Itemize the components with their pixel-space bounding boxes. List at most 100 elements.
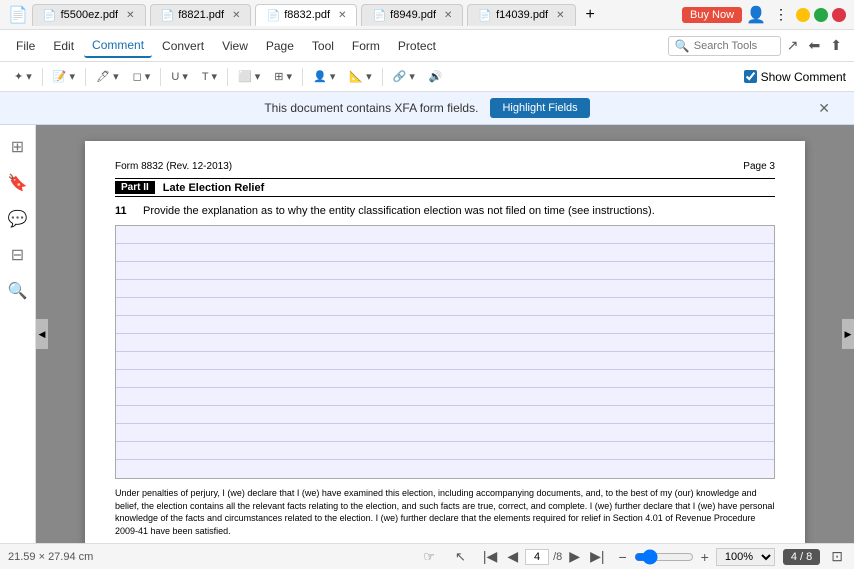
toolbar: ✦ ▾ 📝 ▾ 🖊 ▾ ◻ ▾ U ▾ T ▾ ⬜ ▾ ⊞ ▾ 👤 ▾ 📐 ▾ … — [0, 62, 854, 92]
select-tool-btn[interactable]: ✦ ▾ — [8, 68, 38, 85]
sidebar-search-icon[interactable]: 🔍 — [4, 277, 32, 305]
menu-edit[interactable]: Edit — [45, 35, 82, 57]
pdf-page: Form 8832 (Rev. 12-2013) Page 3 Part II … — [85, 141, 805, 543]
tab-label: f8949.pdf — [390, 9, 436, 21]
tab-close-btn[interactable]: ✕ — [338, 10, 346, 21]
content-area[interactable]: Form 8832 (Rev. 12-2013) Page 3 Part II … — [36, 125, 854, 543]
tab-label: f8821.pdf — [178, 9, 224, 21]
form-line — [116, 370, 774, 388]
zoom-controls: − + 100% 75% 125% 150% 200% — [615, 548, 774, 566]
form-line — [116, 280, 774, 298]
next-page-btn[interactable]: ▶ — [566, 548, 583, 565]
buy-now-button[interactable]: Buy Now — [682, 7, 742, 23]
tab-icon: 📄 — [372, 9, 386, 22]
maximize-button[interactable] — [814, 8, 828, 22]
search-tools-input[interactable] — [694, 40, 774, 52]
underline-btn[interactable]: U ▾ — [165, 68, 194, 85]
tab-f8821[interactable]: 📄 f8821.pdf ✕ — [150, 4, 252, 26]
highlight-btn[interactable]: 🖊 ▾ — [90, 68, 125, 85]
text-btn[interactable]: T ▾ — [196, 68, 223, 85]
stamp-btn[interactable]: ⬜ ▾ — [232, 68, 266, 85]
menu-convert[interactable]: Convert — [154, 35, 212, 57]
zoom-out-btn[interactable]: − — [615, 549, 629, 565]
tab-f5500ez[interactable]: 📄 f5500ez.pdf ✕ — [32, 4, 146, 26]
notification-close-icon[interactable]: ✕ — [818, 100, 830, 117]
callout-btn[interactable]: 👤 ▾ — [307, 68, 341, 85]
sidebar-thumbnails-icon[interactable]: ⊟ — [7, 241, 28, 269]
sidebar-comments-icon[interactable]: 💬 — [4, 205, 32, 233]
measure-btn[interactable]: 📐 ▾ — [343, 68, 377, 85]
tab-f8832[interactable]: 📄 f8832.pdf ✕ — [255, 4, 357, 26]
close-button[interactable] — [832, 8, 846, 22]
pdf-header: Form 8832 (Rev. 12-2013) Page 3 — [115, 161, 775, 172]
external-link-icon[interactable]: ↗ — [783, 37, 803, 54]
tab-close-btn[interactable]: ✕ — [556, 10, 564, 21]
main-layout: ⊞ 🔖 💬 ⊟ 🔍 ◀ Form 8832 (Rev. 12-2013) Pag… — [0, 125, 854, 543]
prev-page-btn[interactable]: ◀ — [504, 548, 521, 565]
right-collapse-btn[interactable]: ▶ — [842, 319, 854, 349]
forward-icon[interactable]: ⬆ — [826, 37, 846, 54]
show-comment-container: Show Comment — [744, 70, 846, 84]
menu-file[interactable]: File — [8, 35, 43, 57]
sidebar-pages-icon[interactable]: ⊞ — [7, 133, 28, 161]
first-page-btn[interactable]: |◀ — [480, 548, 500, 565]
form-line — [116, 406, 774, 424]
tab-close-btn[interactable]: ✕ — [126, 10, 134, 21]
field-11-row: 11 Provide the explanation as to why the… — [115, 205, 775, 217]
zoom-slider[interactable] — [634, 549, 694, 565]
user-icon[interactable]: 👤 — [746, 5, 766, 25]
part-label-badge: Part II — [115, 181, 155, 194]
menu-bar: File Edit Comment Convert View Page Tool… — [0, 30, 854, 62]
menu-tool[interactable]: Tool — [304, 35, 342, 57]
link-btn[interactable]: 🔗 ▾ — [387, 68, 421, 85]
page-separator: /8 — [553, 551, 562, 563]
part-title-text: Late Election Relief — [163, 182, 264, 194]
form-line — [116, 262, 774, 280]
form-line — [116, 388, 774, 406]
fit-page-btn[interactable]: ⊡ — [828, 548, 846, 565]
minimize-button[interactable] — [796, 8, 810, 22]
penalty-text: Under penalties of perjury, I (we) decla… — [115, 487, 775, 537]
menu-view[interactable]: View — [214, 35, 256, 57]
tab-label: f8832.pdf — [284, 9, 330, 21]
hand-tool-btn[interactable]: ☞ — [417, 547, 441, 567]
more-options-icon[interactable]: ⋮ — [770, 6, 792, 23]
menu-form[interactable]: Form — [344, 35, 388, 57]
insert-btn[interactable]: ⊞ ▾ — [268, 68, 298, 85]
menu-page[interactable]: Page — [258, 35, 302, 57]
notification-message: This document contains XFA form fields. — [264, 101, 478, 115]
left-collapse-btn[interactable]: ◀ — [36, 319, 48, 349]
page-navigation: |◀ ◀ /8 ▶ ▶| — [480, 548, 608, 565]
tab-close-btn[interactable]: ✕ — [444, 10, 452, 21]
page-badge: 4 / 8 — [783, 549, 820, 565]
tab-label: f14039.pdf — [496, 9, 548, 21]
tab-f14039[interactable]: 📄 f14039.pdf ✕ — [467, 4, 575, 26]
tab-label: f5500ez.pdf — [61, 9, 119, 21]
search-icon: 🔍 — [675, 39, 690, 53]
back-icon[interactable]: ⬅ — [805, 37, 825, 54]
zoom-in-btn[interactable]: + — [698, 549, 712, 565]
toolbar-group-1: ✦ ▾ 📝 ▾ 🖊 ▾ ◻ ▾ U ▾ T ▾ ⬜ ▾ ⊞ ▾ 👤 ▾ 📐 ▾ … — [8, 68, 449, 86]
last-page-btn[interactable]: ▶| — [587, 548, 607, 565]
form-line — [116, 334, 774, 352]
audio-btn[interactable]: 🔊 — [423, 68, 449, 85]
shape-btn[interactable]: ◻ ▾ — [127, 68, 157, 85]
tab-icon: 📄 — [478, 9, 492, 22]
zoom-select[interactable]: 100% 75% 125% 150% 200% — [716, 548, 775, 566]
menu-comment[interactable]: Comment — [84, 34, 152, 58]
form-number: Form 8832 (Rev. 12-2013) — [115, 161, 232, 172]
app-icon: 📄 — [8, 5, 28, 25]
sidebar-bookmarks-icon[interactable]: 🔖 — [4, 169, 32, 197]
annotation-btn[interactable]: 📝 ▾ — [47, 68, 81, 85]
tab-f8949[interactable]: 📄 f8949.pdf ✕ — [361, 4, 463, 26]
page-number-input[interactable] — [525, 549, 549, 565]
tab-close-btn[interactable]: ✕ — [232, 10, 240, 21]
menu-protect[interactable]: Protect — [390, 35, 444, 57]
add-tab-button[interactable]: + — [580, 6, 601, 24]
left-sidebar: ⊞ 🔖 💬 ⊟ 🔍 — [0, 125, 36, 543]
form-lines — [115, 225, 775, 479]
show-comment-checkbox[interactable] — [744, 70, 757, 83]
highlight-fields-button[interactable]: Highlight Fields — [490, 98, 589, 118]
select-tool-btn[interactable]: ↖ — [449, 547, 472, 567]
form-line — [116, 316, 774, 334]
